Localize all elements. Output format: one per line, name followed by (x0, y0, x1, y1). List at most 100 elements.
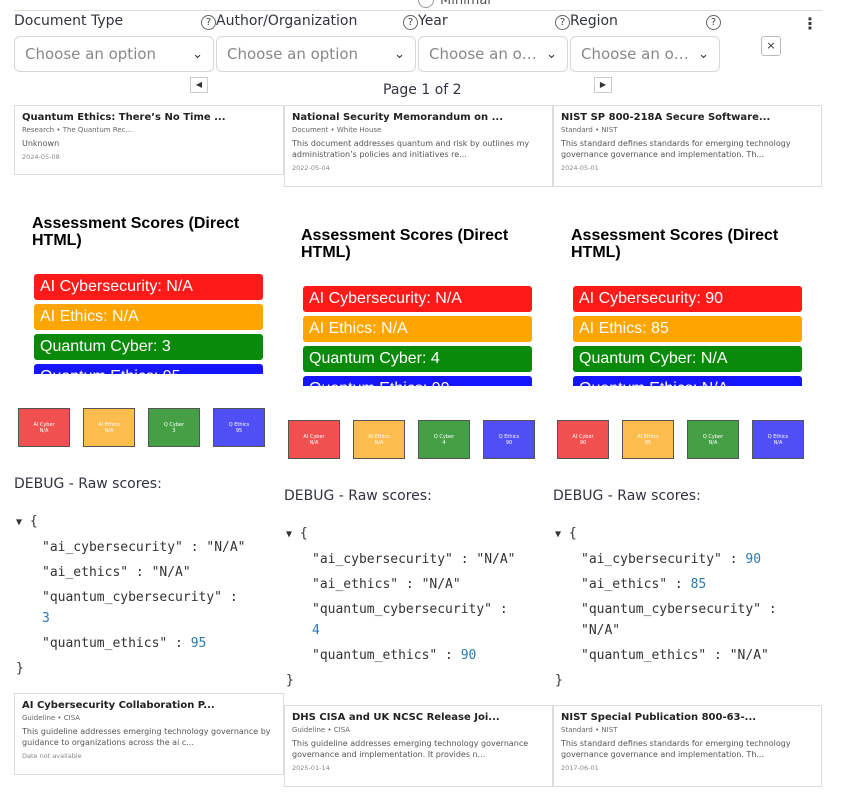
filter-label-year: Year (418, 13, 448, 29)
score-bar-ai-ethics: AI Ethics: 85 (573, 316, 802, 342)
assessment-title: Assessment Scores (Direct HTML) (571, 227, 779, 261)
document-card[interactable]: National Security Memorandum on ... Docu… (284, 105, 553, 187)
json-value: "N/A" (581, 623, 621, 638)
json-value: "N/A" (476, 552, 516, 567)
score-square: Q Ethics 90 (483, 420, 535, 459)
document-card[interactable]: NIST Special Publication 800-63-... Stan… (553, 705, 822, 787)
chevron-down-icon: ⌄ (546, 46, 557, 62)
json-key: "quantum_ethics" (581, 648, 707, 663)
display-mode-radio[interactable] (418, 0, 434, 8)
score-square: AI Cyber 90 (557, 420, 609, 459)
clear-filters-button[interactable]: × (761, 36, 781, 56)
document-card[interactable]: DHS CISA and UK NCSC Release Joi... Guid… (284, 705, 553, 787)
region-select[interactable]: Choose an op... ⌄ (570, 36, 720, 72)
card-meta: Guideline • CISA (292, 726, 351, 734)
score-bar-q-ethics: Quantum Ethics: 90 (303, 376, 532, 386)
help-icon[interactable]: ? (706, 15, 721, 30)
card-date: 2017-06-01 (561, 764, 599, 772)
card-meta: Document • White House (292, 126, 382, 134)
document-type-select[interactable]: Choose an option ⌄ (14, 36, 214, 72)
filter-label-region: Region (570, 13, 618, 29)
json-value: 4 (312, 623, 320, 638)
card-date: Date not available (22, 752, 82, 760)
display-mode-label: Minimal (440, 0, 491, 8)
json-viewer: ▼ { "ai_cybersecurity" : 90 "ai_ethics" … (555, 526, 817, 688)
score-square: AI Ethics N/A (353, 420, 405, 459)
score-square: Q Cyber 3 (148, 408, 200, 447)
filter-label-author: Author/Organization (216, 13, 358, 29)
help-icon[interactable]: ? (555, 15, 570, 30)
collapse-triangle-icon[interactable]: ▼ (16, 517, 22, 528)
json-key: "ai_cybersecurity" (581, 552, 722, 567)
document-card[interactable]: NIST SP 800-218A Secure Software... Stan… (553, 105, 822, 187)
card-title: NIST Special Publication 800-63-... (561, 712, 757, 723)
assessment-title: Assessment Scores (Direct HTML) (301, 227, 509, 261)
json-key: "quantum_cybersecurity" (312, 602, 493, 617)
json-value: "N/A" (729, 648, 769, 663)
card-description: Unknown (22, 139, 60, 148)
document-card[interactable]: AI Cybersecurity Collaboration P... Guid… (14, 693, 284, 775)
card-title: DHS CISA and UK NCSC Release Joi... (292, 712, 500, 723)
score-square: Q Ethics N/A (752, 420, 804, 459)
help-icon[interactable]: ? (403, 15, 418, 30)
help-icon[interactable]: ? (201, 15, 216, 30)
score-bar-q-cyber: Quantum Cyber: N/A (573, 346, 802, 372)
json-value: "N/A" (151, 565, 191, 580)
score-bar-ai-cyber: AI Cybersecurity: N/A (303, 286, 532, 312)
select-placeholder: Choose an op... (581, 45, 693, 63)
score-bar-ai-ethics: AI Ethics: N/A (303, 316, 532, 342)
card-meta: Research • The Quantum Rec... (22, 126, 133, 134)
card-description: This document addresses quantum and risk… (292, 139, 530, 159)
page-indicator: Page 1 of 2 (383, 82, 462, 98)
card-title: AI Cybersecurity Collaboration P... (22, 700, 215, 711)
author-select[interactable]: Choose an option ⌄ (216, 36, 416, 72)
score-square: AI Cyber N/A (18, 408, 70, 447)
json-value: 95 (190, 636, 207, 651)
prev-page-button[interactable]: ◀ (190, 77, 208, 93)
score-bars: AI Cybersecurity: N/A AI Ethics: N/A Qua… (303, 286, 532, 386)
json-key: "ai_ethics" (312, 577, 399, 592)
year-select[interactable]: Choose an op... ⌄ (418, 36, 568, 72)
json-value: "N/A" (206, 540, 246, 555)
card-description: This guideline addresses emerging techno… (292, 739, 529, 759)
document-card[interactable]: Quantum Ethics: There’s No Time ... Rese… (14, 105, 284, 175)
card-meta: Guideline • CISA (22, 714, 81, 722)
json-viewer: ▼ { "ai_cybersecurity" : "N/A" "ai_ethic… (286, 526, 548, 688)
card-title: NIST SP 800-218A Secure Software... (561, 112, 771, 123)
score-bar-q-cyber: Quantum Cyber: 4 (303, 346, 532, 372)
json-value: 3 (42, 611, 50, 626)
card-title: National Security Memorandum on ... (292, 112, 504, 123)
score-squares: AI Cyber N/A AI Ethics N/A Q Cyber 3 Q Ethi… (18, 408, 265, 447)
chevron-down-icon: ⌄ (394, 46, 405, 62)
score-square: Q Cyber N/A (687, 420, 739, 459)
json-key: "quantum_ethics" (42, 636, 168, 651)
card-date: 2024-05-08 (22, 153, 60, 161)
debug-label: DEBUG - Raw scores: (553, 488, 701, 504)
score-square: AI Cyber N/A (288, 420, 340, 459)
card-date: 2022-05-04 (292, 164, 330, 172)
score-bar-ai-ethics: AI Ethics: N/A (34, 304, 263, 330)
collapse-triangle-icon[interactable]: ▼ (555, 529, 561, 540)
score-bar-q-ethics: Quantum Ethics: N/A (573, 376, 802, 386)
json-key: "ai_cybersecurity" (312, 552, 453, 567)
json-key: "ai_ethics" (42, 565, 129, 580)
json-value: "N/A" (421, 577, 461, 592)
score-squares: AI Cyber 90 AI Ethics 85 Q Cyber N/A Q Ethi… (557, 420, 804, 459)
card-description: This standard defines standards for emer… (561, 739, 791, 759)
more-menu-icon[interactable]: ⋮ (802, 16, 818, 32)
json-value: 90 (460, 648, 477, 663)
score-bars: AI Cybersecurity: 90 AI Ethics: 85 Quant… (573, 286, 802, 386)
card-meta: Standard • NIST (561, 126, 618, 134)
select-placeholder: Choose an option (25, 45, 157, 63)
card-date: 2025-01-14 (292, 764, 330, 772)
json-key: "ai_ethics" (581, 577, 668, 592)
score-square: AI Ethics 85 (622, 420, 674, 459)
json-key: "quantum_ethics" (312, 648, 438, 663)
score-bar-ai-cyber: AI Cybersecurity: N/A (34, 274, 263, 300)
card-title: Quantum Ethics: There’s No Time ... (22, 112, 226, 123)
assessment-title: Assessment Scores (Direct HTML) (32, 215, 240, 249)
next-page-button[interactable]: ▶ (594, 77, 612, 93)
score-square: AI Ethics N/A (83, 408, 135, 447)
collapse-triangle-icon[interactable]: ▼ (286, 529, 292, 540)
json-key: "quantum_cybersecurity" (581, 602, 762, 617)
